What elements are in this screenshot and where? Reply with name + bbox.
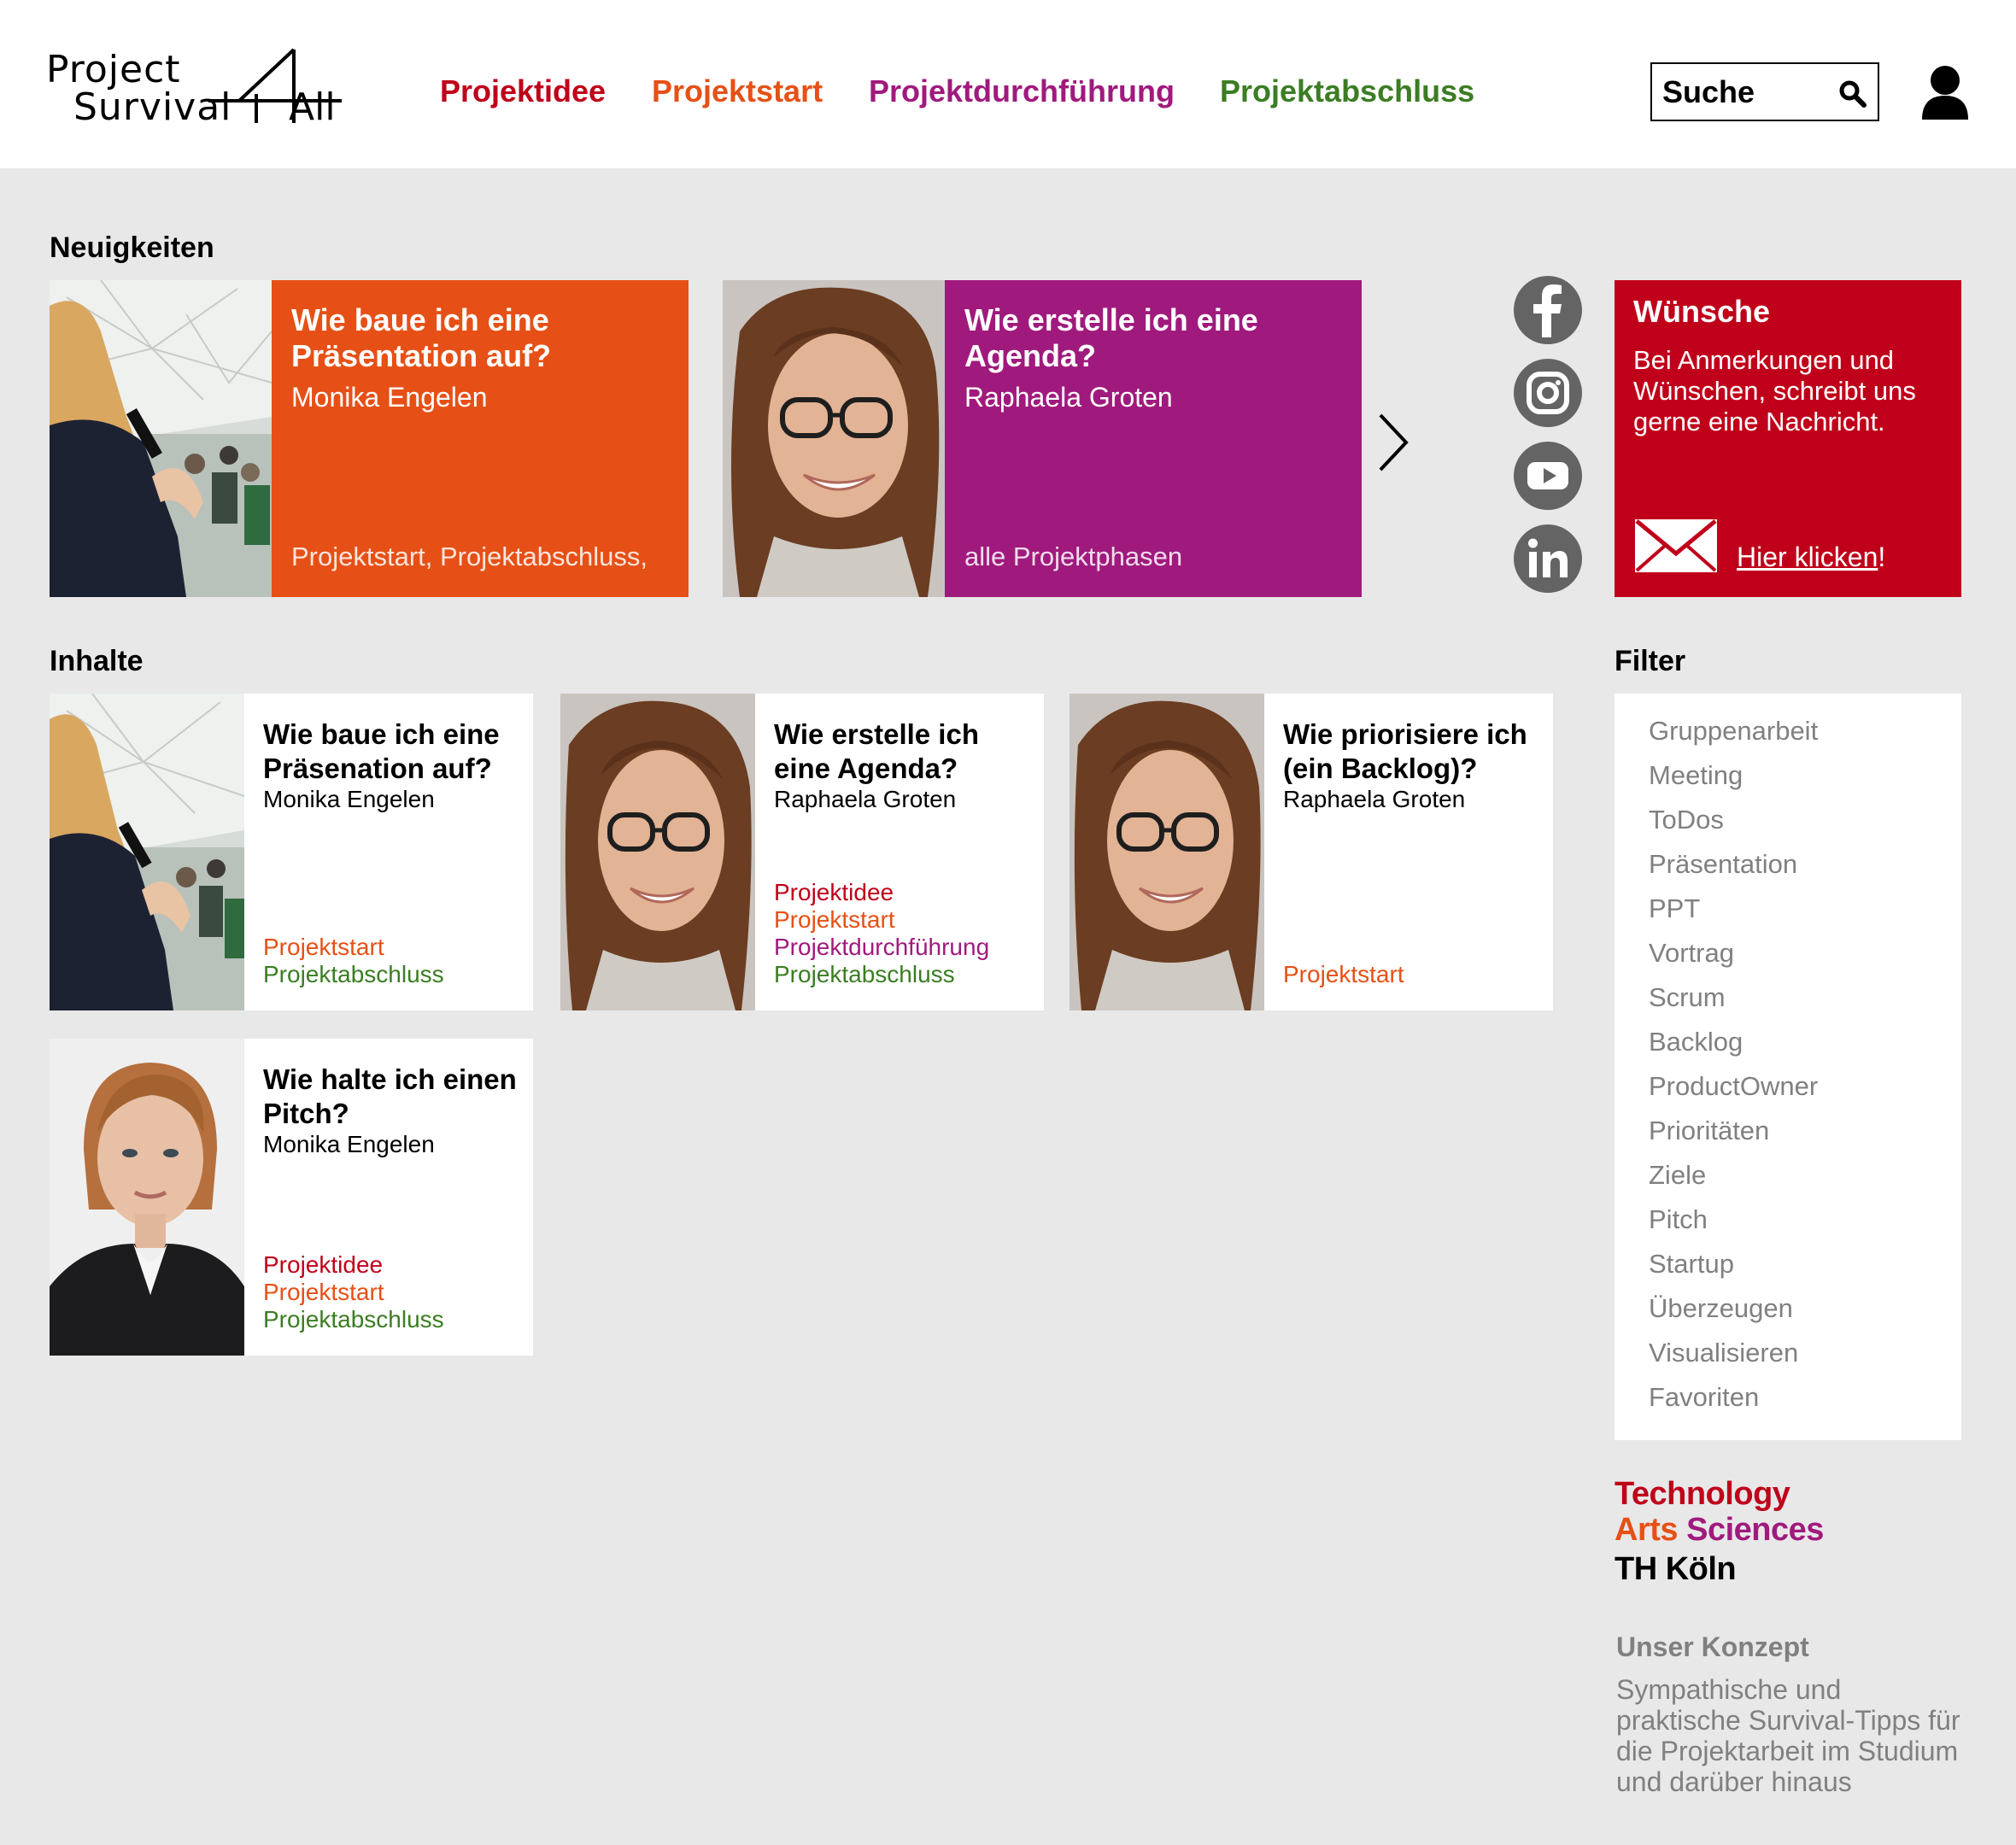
filter-item[interactable]: Pitch [1649, 1204, 1708, 1235]
concept-heading: Unser Konzept [1616, 1631, 1809, 1662]
card-author: Raphaela Groten [774, 786, 957, 812]
author-photo [723, 280, 945, 597]
nav-projektabschluss[interactable]: Projektabschluss [1220, 73, 1474, 109]
tag-projektstart[interactable]: Projektstart [263, 934, 444, 961]
filter-item[interactable]: Favoriten [1649, 1382, 1759, 1413]
news-tags: Projektstart, Projektabschluss, [291, 542, 648, 571]
author-photo [50, 1039, 244, 1356]
content-card[interactable]: Wie baue ich eine Präsenation auf? Monik… [50, 694, 533, 1010]
search-box [1650, 62, 1879, 121]
filter-list: Gruppenarbeit Meeting ToDos Präsentation… [1615, 694, 1961, 1440]
filter-item[interactable]: Überzeugen [1649, 1293, 1793, 1324]
author-photo [1070, 694, 1264, 1010]
card-tags: Projektstart [1283, 961, 1404, 988]
filter-item[interactable]: PPT [1649, 893, 1700, 924]
link-suffix: ! [1878, 542, 1886, 572]
search-icon[interactable] [1838, 79, 1867, 108]
wishes-link-row: Hier klicken! [1737, 542, 1885, 573]
header: Project Survival All Projektidee Projekt… [0, 0, 2016, 168]
content-card[interactable]: Wie erstelle ich eine Agenda? Raphaela G… [560, 694, 1044, 1010]
search-input[interactable] [1662, 73, 1833, 112]
news-author: Monika Engelen [291, 382, 488, 413]
nav-projektdurchfuehrung[interactable]: Projektdurchführung [869, 73, 1175, 109]
mail-icon[interactable] [1633, 518, 1719, 574]
filter-item[interactable]: Visualisieren [1649, 1338, 1798, 1368]
news-card[interactable]: Wie baue ich eine Präsentation auf? Moni… [50, 280, 689, 597]
filter-item[interactable]: Vortrag [1649, 938, 1734, 969]
logo-all: All [289, 85, 336, 129]
th-arts: Arts [1615, 1512, 1679, 1548]
card-title: Wie baue ich eine Präsenation auf? [263, 718, 500, 784]
tag-projektstart[interactable]: Projektstart [263, 1279, 444, 1306]
tag-projektabschluss[interactable]: Projektabschluss [263, 1306, 444, 1333]
tag-projektstart[interactable]: Projektstart [774, 906, 989, 934]
filter-item[interactable]: Startup [1649, 1249, 1734, 1280]
card-tags: Projektidee Projektstart Projektabschlus… [263, 1251, 444, 1333]
card-author: Raphaela Groten [1283, 786, 1466, 812]
user-icon[interactable] [1920, 65, 1970, 121]
filter-item[interactable]: Meeting [1649, 760, 1743, 791]
th-technology: Technology [1615, 1476, 1790, 1512]
nav-projektidee[interactable]: Projektidee [440, 73, 606, 109]
hier-klicken-link[interactable]: Hier klicken [1737, 542, 1878, 572]
news-heading: Neuigkeiten [50, 231, 214, 264]
card-title: Wie priorisiere ich (ein Backlog)? [1283, 718, 1527, 784]
concept-text: Sympathische und praktische Survival-Tip… [1616, 1674, 1960, 1797]
filter-item[interactable]: Gruppenarbeit [1649, 716, 1818, 747]
logo-survival: Survival [73, 85, 232, 129]
chevron-right-icon[interactable] [1375, 412, 1411, 473]
author-photo [560, 694, 755, 1010]
filter-heading: Filter [1615, 645, 1686, 677]
tag-projektdurchfuehrung[interactable]: Projektdurchführung [774, 934, 989, 961]
tag-projektidee[interactable]: Projektidee [774, 879, 989, 906]
wishes-box: Wünsche Bei Anmerkungen und Wünschen, sc… [1615, 280, 1961, 597]
card-title: Wie halte ich einen Pitch? [263, 1063, 517, 1129]
news-title: Wie erstelle ich eine Agenda? [964, 302, 1258, 373]
filter-item[interactable]: Präsentation [1649, 849, 1797, 880]
news-panel: Wie baue ich eine Präsentation auf? Moni… [272, 280, 689, 597]
filter-item[interactable]: Prioritäten [1649, 1116, 1769, 1146]
nav-projektstart[interactable]: Projektstart [652, 73, 823, 109]
instagram-icon[interactable] [1514, 359, 1582, 427]
youtube-icon[interactable] [1514, 442, 1582, 510]
news-card[interactable]: Wie erstelle ich eine Agenda? Raphaela G… [723, 280, 1362, 597]
card-title: Wie erstelle ich eine Agenda? [774, 718, 979, 784]
tag-projektabschluss[interactable]: Projektabschluss [263, 961, 444, 988]
filter-item[interactable]: ProductOwner [1649, 1071, 1818, 1102]
content-card[interactable]: Wie priorisiere ich (ein Backlog)? Rapha… [1070, 694, 1553, 1010]
th-sciences: Sciences [1686, 1512, 1824, 1548]
card-author: Monika Engelen [263, 786, 435, 812]
news-title: Wie baue ich eine Präsentation auf? [291, 302, 552, 373]
wishes-title: Wünsche [1633, 294, 1771, 329]
tag-projektabschluss[interactable]: Projektabschluss [774, 961, 989, 988]
tag-projektidee[interactable]: Projektidee [263, 1251, 444, 1279]
th-koeln-logo[interactable]: Technology Arts Sciences TH Köln [1615, 1476, 1824, 1587]
card-tags: Projektidee Projektstart Projektdurchfüh… [774, 879, 989, 988]
linkedin-icon[interactable] [1514, 524, 1582, 593]
news-panel: Wie erstelle ich eine Agenda? Raphaela G… [945, 280, 1362, 597]
speaker-photo [50, 280, 272, 597]
facebook-icon[interactable] [1514, 276, 1582, 344]
tag-projektstart[interactable]: Projektstart [1283, 961, 1404, 988]
th-name: TH Köln [1615, 1551, 1737, 1587]
logo[interactable]: Project Survival All [46, 48, 342, 130]
filter-item[interactable]: Ziele [1649, 1160, 1706, 1191]
content-card[interactable]: Wie halte ich einen Pitch? Monika Engele… [50, 1039, 533, 1356]
contents-heading: Inhalte [50, 645, 144, 677]
wishes-text: Bei Anmerkungen und Wünschen, schreibt u… [1633, 345, 1916, 436]
speaker-photo [50, 694, 244, 1010]
news-author: Raphaela Groten [964, 382, 1173, 413]
news-tags: alle Projektphasen [964, 542, 1183, 571]
filter-item[interactable]: Scrum [1649, 982, 1726, 1013]
filter-item[interactable]: ToDos [1649, 805, 1724, 835]
card-author: Monika Engelen [263, 1131, 435, 1157]
card-tags: Projektstart Projektabschluss [263, 934, 444, 988]
filter-item[interactable]: Backlog [1649, 1027, 1743, 1057]
